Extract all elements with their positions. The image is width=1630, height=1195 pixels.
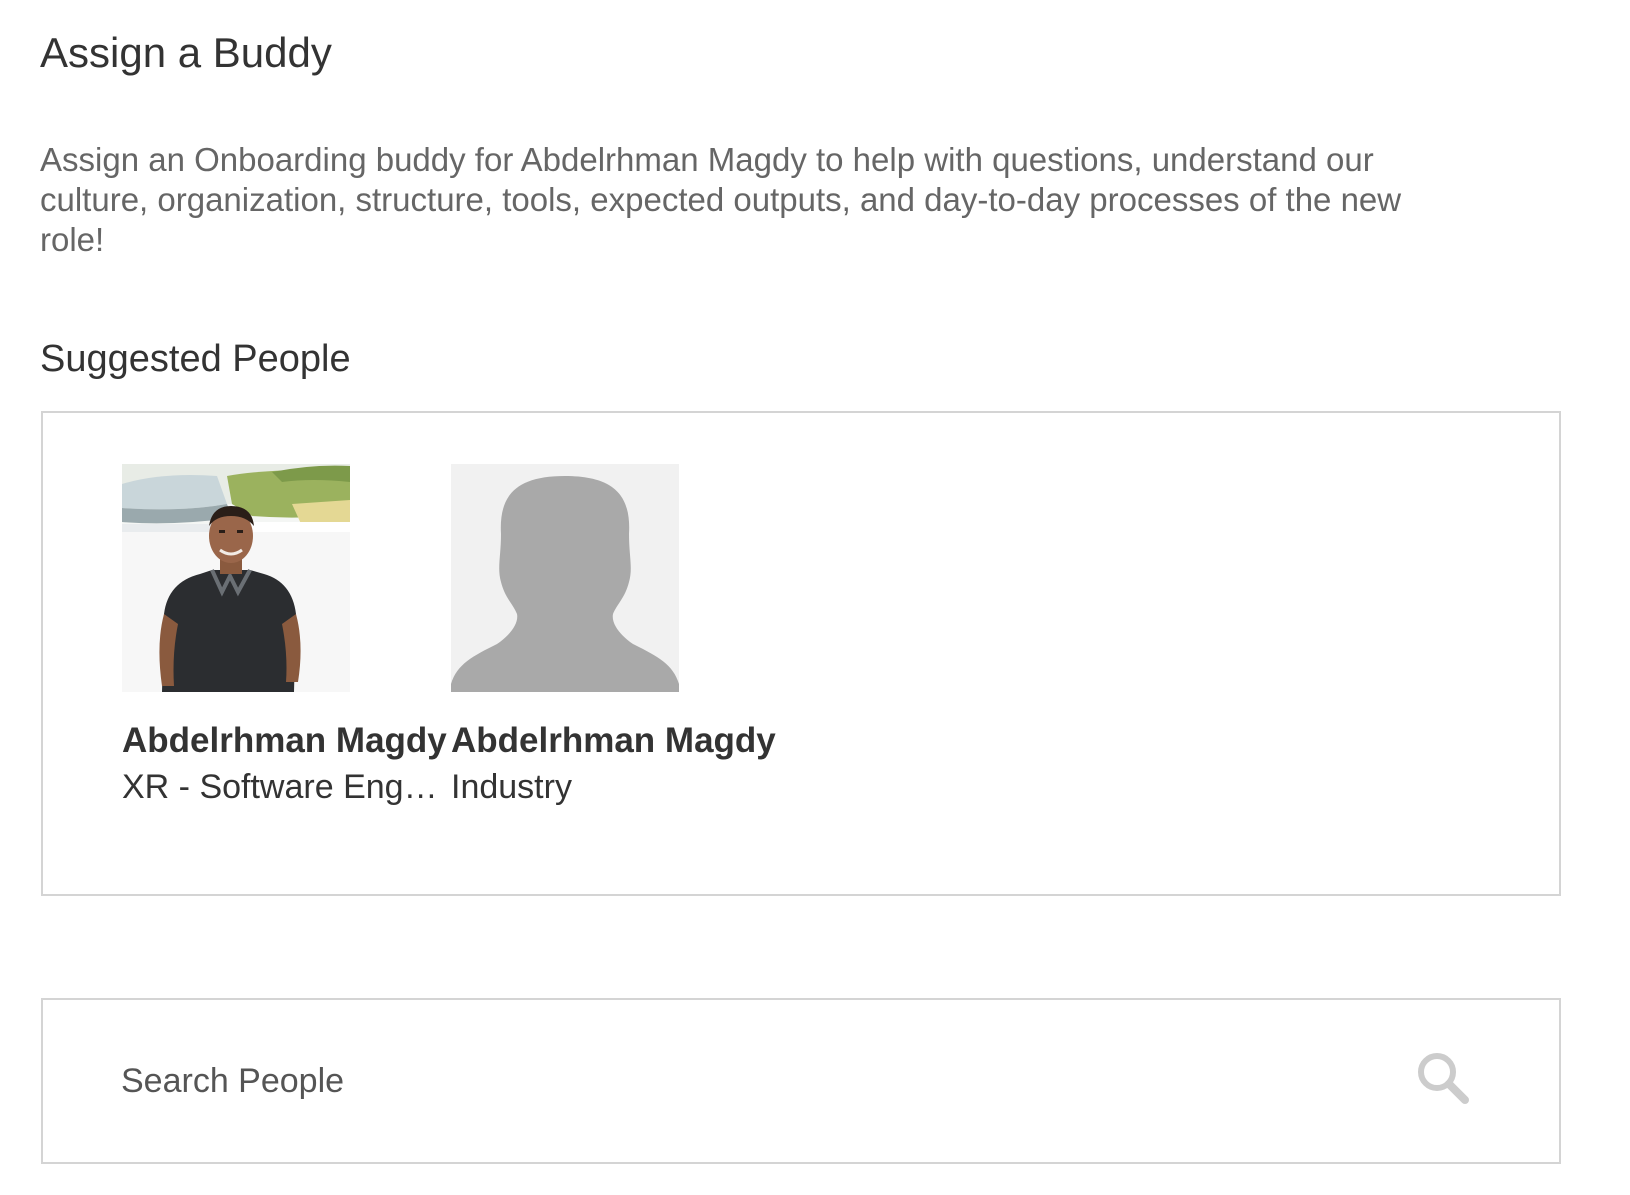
- person-card[interactable]: Abdelrhman Magdy XR - Software Eng…: [122, 464, 447, 806]
- person-name[interactable]: Abdelrhman Magdy: [451, 720, 776, 762]
- search-input[interactable]: [121, 1048, 1401, 1114]
- suggested-people-panel: Abdelrhman Magdy XR - Software Eng… Abde…: [41, 411, 1561, 896]
- person-name[interactable]: Abdelrhman Magdy: [122, 720, 447, 762]
- person-card[interactable]: Abdelrhman Magdy Industry: [451, 464, 776, 806]
- suggested-people-heading: Suggested People: [40, 338, 351, 380]
- person-role: Industry: [451, 768, 572, 806]
- default-avatar-icon[interactable]: [451, 464, 679, 692]
- page-description: Assign an Onboarding buddy for Abdelrhma…: [40, 141, 1402, 258]
- page-title: Assign a Buddy: [40, 29, 332, 76]
- search-icon[interactable]: [1415, 1050, 1471, 1106]
- assign-buddy-page: Assign a Buddy Assign an Onboarding budd…: [0, 0, 1630, 1195]
- person-role: XR - Software Eng…: [122, 768, 438, 806]
- avatar[interactable]: [122, 464, 350, 692]
- search-people-box: [41, 998, 1561, 1164]
